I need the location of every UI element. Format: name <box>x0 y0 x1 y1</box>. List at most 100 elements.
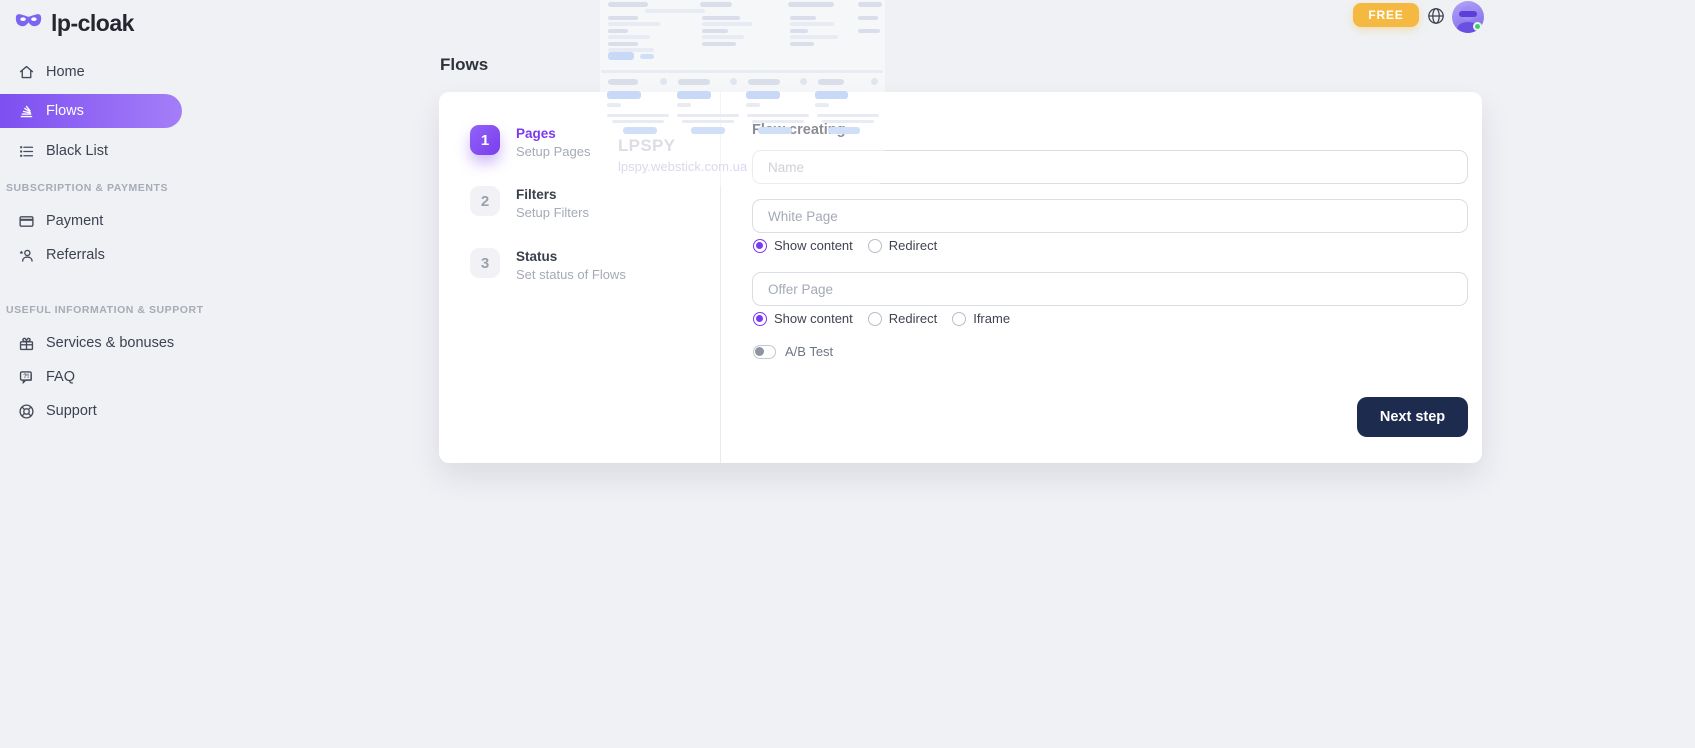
sidebar-item-label: Support <box>46 403 97 419</box>
ghost-placeholder-bar <box>608 16 638 20</box>
offer-page-mode-option-redirect[interactable]: Redirect <box>868 311 937 326</box>
radio-selected-icon[interactable] <box>753 239 767 253</box>
referrals-icon <box>17 246 35 264</box>
sidebar-section-label: USEFUL INFORMATION & SUPPORT <box>0 304 182 316</box>
ghost-placeholder-bar <box>660 78 667 85</box>
name-input[interactable] <box>752 150 1468 184</box>
app-root: lp-cloak HomeFlowsBlack ListSUBSCRIPTION… <box>0 0 1695 748</box>
app-logo[interactable]: lp-cloak <box>0 0 182 38</box>
offer-page-mode-option-iframe[interactable]: Iframe <box>952 311 1010 326</box>
ghost-placeholder-bar <box>788 2 834 7</box>
sidebar-item-payment[interactable]: Payment <box>0 209 182 233</box>
avatar-mask <box>1459 11 1477 17</box>
ghost-placeholder-bar <box>790 29 808 33</box>
ghost-placeholder-bar <box>608 35 650 39</box>
sidebar-item-label: FAQ <box>46 369 75 385</box>
offer-page-input[interactable] <box>752 272 1468 306</box>
ab-test-toggle[interactable]: A/B Test <box>753 344 833 359</box>
sidebar-item-referrals[interactable]: Referrals <box>0 243 182 267</box>
stepper-step-pages[interactable]: 1 Pages Setup Pages <box>470 125 590 159</box>
ghost-placeholder-bar <box>608 2 648 7</box>
ghost-placeholder-bar <box>608 48 654 52</box>
radio-label: Redirect <box>889 311 937 326</box>
ghost-placeholder-bar <box>700 2 732 7</box>
step-title: Pages <box>516 125 590 141</box>
ghost-placeholder-bar <box>818 79 844 85</box>
ghost-placeholder-bar <box>702 35 744 39</box>
ghost-placeholder-bar <box>608 42 638 46</box>
offer-page-mode-radios: Show content Redirect Iframe <box>753 311 1010 326</box>
step-number-badge: 2 <box>470 186 500 216</box>
sidebar-item-black-list[interactable]: Black List <box>0 139 182 163</box>
ghost-placeholder-bar <box>858 16 878 20</box>
svg-text:?!: ?! <box>23 373 29 380</box>
sidebar-item-label: Home <box>46 64 85 80</box>
ghost-placeholder-bar <box>871 78 878 85</box>
radio-selected-icon[interactable] <box>753 312 767 326</box>
sidebar-item-label: Payment <box>46 213 103 229</box>
sidebar-item-label: Referrals <box>46 247 105 263</box>
step-subtitle: Set status of Flows <box>516 267 626 282</box>
ghost-placeholder-bar <box>640 54 654 59</box>
white-page-mode-option-redirect[interactable]: Redirect <box>868 238 937 253</box>
ghost-placeholder-bar <box>748 79 780 85</box>
sidebar-item-label: Flows <box>46 103 84 119</box>
mask-logo-icon <box>14 9 43 38</box>
radio-label: Iframe <box>973 311 1010 326</box>
sidebar: lp-cloak HomeFlowsBlack ListSUBSCRIPTION… <box>0 0 182 748</box>
faq-icon: ?! <box>17 368 35 386</box>
sidebar-item-faq[interactable]: ?! FAQ <box>0 365 182 389</box>
next-step-button[interactable]: Next step <box>1357 397 1468 437</box>
ghost-placeholder-bar <box>645 9 705 13</box>
globe-icon[interactable] <box>1427 7 1445 25</box>
radio-unselected-icon[interactable] <box>868 239 882 253</box>
toggle-track[interactable] <box>753 345 776 359</box>
ghost-placeholder-bar <box>608 29 628 33</box>
sidebar-item-services-bonuses[interactable]: Services & bonuses <box>0 331 182 355</box>
sidebar-nav: HomeFlowsBlack ListSUBSCRIPTION & PAYMEN… <box>0 60 182 423</box>
flow-creating-card: 1PagesSetup Pages2FiltersSetup Filters3S… <box>439 92 1482 463</box>
ghost-placeholder-bar <box>858 2 882 7</box>
ghost-placeholder-bar <box>730 78 737 85</box>
ghost-placeholder-bar <box>678 79 710 85</box>
card-divider <box>720 92 721 463</box>
step-title: Filters <box>516 186 589 202</box>
offer-page-mode-option-show-content[interactable]: Show content <box>753 311 853 326</box>
stepper-step-status[interactable]: 3StatusSet status of Flows <box>470 248 626 282</box>
toggle-knob <box>755 347 764 356</box>
stepper-step-filters[interactable]: 2FiltersSetup Filters <box>470 186 589 220</box>
sidebar-item-home[interactable]: Home <box>0 60 182 84</box>
ghost-placeholder-bar <box>800 78 807 85</box>
ghost-placeholder-bar <box>608 79 638 85</box>
app-name: lp-cloak <box>51 10 134 37</box>
sidebar-item-label: Black List <box>46 143 108 159</box>
white-page-mode-option-show-content[interactable]: Show content <box>753 238 853 253</box>
ghost-placeholder-bar <box>790 22 834 26</box>
page-title: Flows <box>440 55 488 75</box>
radio-label: Redirect <box>889 238 937 253</box>
ghost-placeholder-bar <box>702 16 740 20</box>
step-number-badge: 1 <box>470 125 500 155</box>
form-title: Flow creating <box>752 122 845 138</box>
radio-unselected-icon[interactable] <box>952 312 966 326</box>
ghost-placeholder-bar <box>608 52 634 60</box>
ghost-placeholder-bar <box>601 70 883 73</box>
sidebar-item-flows[interactable]: Flows <box>0 94 182 128</box>
ghost-placeholder-bar <box>790 42 814 46</box>
ghost-placeholder-bar <box>608 22 660 26</box>
step-subtitle: Setup Pages <box>516 144 590 159</box>
support-icon <box>17 402 35 420</box>
ab-test-label: A/B Test <box>785 344 833 359</box>
white-page-mode-radios: Show content Redirect <box>753 238 937 253</box>
sidebar-item-support[interactable]: Support <box>0 399 182 423</box>
home-icon <box>17 63 35 81</box>
ghost-placeholder-bar <box>702 29 728 33</box>
radio-unselected-icon[interactable] <box>868 312 882 326</box>
ghost-placeholder-bar <box>702 22 752 26</box>
flows-icon <box>17 102 35 120</box>
online-status-dot <box>1473 22 1482 31</box>
step-title: Status <box>516 248 626 264</box>
white-page-input[interactable] <box>752 199 1468 233</box>
plan-badge[interactable]: FREE <box>1353 3 1419 27</box>
ghost-placeholder-bar <box>702 42 736 46</box>
